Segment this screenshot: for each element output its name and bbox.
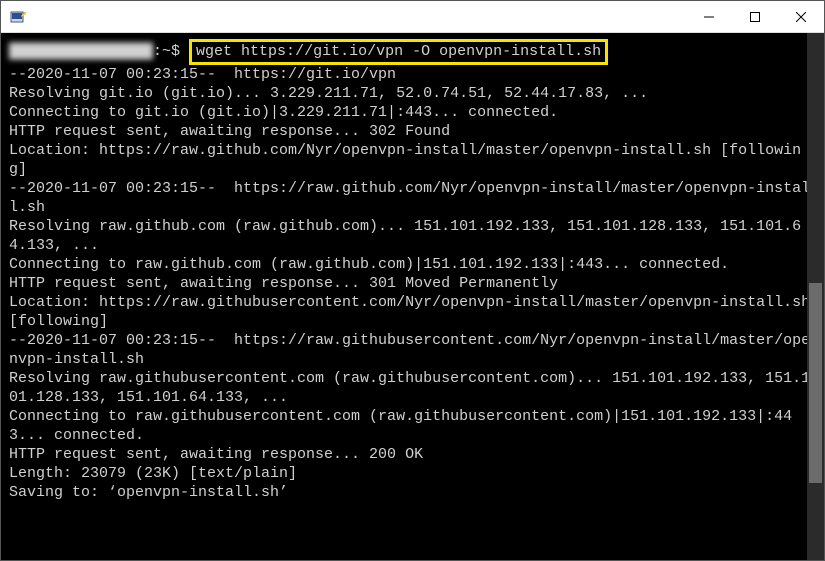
window-controls (686, 1, 824, 33)
minimize-button[interactable] (686, 1, 732, 33)
highlighted-command: wget https://git.io/vpn -O openvpn-insta… (189, 39, 608, 65)
output-line: Resolving git.io (git.io)... 3.229.211.7… (9, 85, 648, 102)
output-line: Saving to: ‘openvpn-install.sh’ (9, 484, 288, 501)
output-line: Location: https://raw.githubusercontent.… (9, 294, 819, 330)
output-line: HTTP request sent, awaiting response... … (9, 123, 450, 140)
close-button[interactable] (778, 1, 824, 33)
output-line: --2020-11-07 00:23:15-- https://git.io/v… (9, 66, 396, 83)
output-line: --2020-11-07 00:23:15-- https://raw.gith… (9, 180, 810, 216)
output-line: HTTP request sent, awaiting response... … (9, 275, 558, 292)
scrollbar-vertical[interactable] (807, 33, 824, 560)
prompt-user-blurred: ████████████████ (9, 42, 153, 61)
output-line: Length: 23079 (23K) [text/plain] (9, 465, 297, 482)
terminal-output[interactable]: ████████████████:~$ wget https://git.io/… (1, 33, 824, 508)
output-line: HTTP request sent, awaiting response... … (9, 446, 423, 463)
terminal-window: ████████████████:~$ wget https://git.io/… (1, 1, 824, 560)
output-line: Location: https://raw.github.com/Nyr/ope… (9, 142, 801, 178)
titlebar-left (9, 8, 27, 26)
titlebar[interactable] (1, 1, 824, 33)
terminal-area[interactable]: ████████████████:~$ wget https://git.io/… (1, 33, 824, 560)
output-line: Resolving raw.github.com (raw.github.com… (9, 218, 801, 254)
output-line: Connecting to raw.githubusercontent.com … (9, 408, 792, 444)
output-line: Connecting to git.io (git.io)|3.229.211.… (9, 104, 558, 121)
output-line: Resolving raw.githubusercontent.com (raw… (9, 370, 810, 406)
maximize-button[interactable] (732, 1, 778, 33)
output-line: Connecting to raw.github.com (raw.github… (9, 256, 729, 273)
prompt-tail: :~$ (153, 43, 189, 60)
scrollbar-thumb[interactable] (809, 283, 822, 483)
putty-icon (9, 8, 27, 26)
output-line: --2020-11-07 00:23:15-- https://raw.gith… (9, 332, 810, 368)
